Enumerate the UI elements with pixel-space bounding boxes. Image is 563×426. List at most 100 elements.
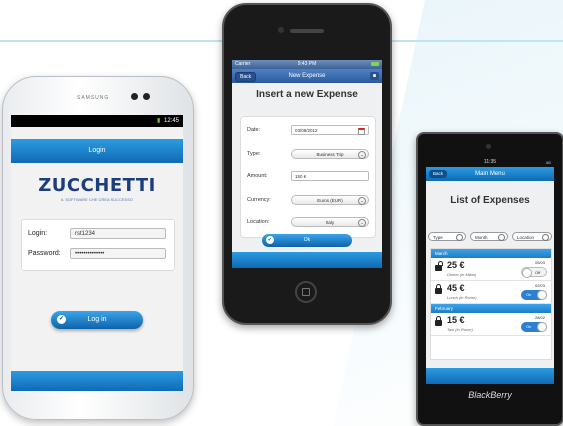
login-input[interactable]: rst1234 [70,228,166,239]
expense-amount: 45 € [447,283,465,293]
expense-toggle[interactable]: On [521,322,547,332]
login-form: Login: rst1234 Password: •••••••••••••• [21,219,175,271]
signal-icon: ▮ [157,118,161,124]
chevron-down-icon [456,234,463,241]
status-bar: Carrier 9:43 PM [232,60,382,69]
status-time: 9:43 PM [297,61,317,67]
amount-input[interactable]: 150 € [291,171,369,181]
nav-title: New Expense [288,73,326,79]
blackberry-logo: BlackBerry [468,390,512,400]
phone-screen: ▮ 12:45 Login ZUCCHETTI IL SOFTWARE CHE … [11,115,183,391]
type-value: Business Trip [316,152,344,157]
type-select[interactable]: Business Trip ⌄ [291,149,369,159]
location-label: Location: [247,219,270,225]
toggle-knob [537,322,547,332]
toggle-knob [537,290,547,300]
camera-button-icon[interactable]: ◙ [370,72,379,80]
lock-icon [435,284,442,294]
expense-amount: 15 € [447,315,465,325]
expense-amount: 25 € [447,260,465,270]
amount-label: Amount: [247,173,268,179]
camera-icon [278,27,284,33]
phone-screen: 11:35 4G Back Main Menu List of Expenses… [426,158,554,384]
toggle-knob [522,268,532,278]
list-item[interactable]: 25 € Dinner (in Milan) 05/03 Off [431,258,551,281]
camera-icon [486,144,491,149]
password-label: Password: [28,250,61,257]
status-time: 12:45 [163,118,179,124]
chevron-down-icon: ⌄ [358,219,366,227]
battery-icon [371,62,379,66]
toggle-label: Off [535,270,541,275]
date-input[interactable]: 03/08/2012 [291,125,369,135]
page-heading: List of Expenses [450,195,530,206]
password-input[interactable]: •••••••••••••• [70,248,166,259]
check-icon: ✔ [266,236,274,244]
filter-label: Month [475,235,488,240]
expense-form: Date: 03/08/2012 Type: Business Trip ⌄ A… [240,116,376,238]
page-title: Login [11,139,183,163]
phone-screen: Carrier 9:43 PM Back New Expense ◙ Inser… [232,60,382,268]
home-button[interactable] [295,281,317,303]
back-button[interactable]: Back [429,170,448,178]
location-value: Italy [325,220,335,225]
expense-date: 05/03 [534,260,545,265]
filter-bar: Type Month Location [428,232,552,242]
currency-select[interactable]: Euros (EUR) ⌄ [291,195,369,205]
calendar-icon[interactable] [358,128,365,135]
bottom-bar [11,371,183,391]
expense-date: 02/03 [534,283,545,288]
toggle-label: On [526,292,532,297]
status-bar: ▮ 12:45 [11,115,183,127]
ok-button-label: Ok [303,237,311,243]
camera-icon [143,93,150,100]
section-header: February [431,304,551,313]
login-label: Login: [28,230,48,237]
signal-label: 4G [545,160,551,165]
status-bar: 11:35 4G [426,158,554,167]
chevron-down-icon [542,234,549,241]
chevron-down-icon: ⌄ [358,151,366,159]
currency-value: Euros (EUR) [317,198,343,203]
unlock-icon [435,261,443,271]
filter-month[interactable]: Month [470,232,508,241]
section-header: March [431,249,551,258]
date-label: Date: [247,127,261,133]
page-heading: Insert a new Expense [256,89,358,100]
camera-icon [131,93,138,100]
zucchetti-logo: ZUCCHETTI IL SOFTWARE CHE CREA SUCCESSO [11,175,183,202]
type-label: Type: [247,151,261,157]
status-time: 11:35 [483,159,497,165]
back-button[interactable]: Back [235,72,257,82]
location-select[interactable]: Italy ⌄ [291,217,369,227]
list-item[interactable]: 45 € Lunch (in Rome) 02/03 On [431,281,551,304]
expense-description: Lunch (in Rome) [447,295,477,300]
expense-date: 28/02 [534,315,545,320]
nav-title: Main Menu [475,171,505,177]
blackberry-phone: 11:35 4G Back Main Menu List of Expenses… [416,132,563,426]
chevron-down-icon [498,234,505,241]
iphone: Carrier 9:43 PM Back New Expense ◙ Inser… [222,3,392,325]
currency-label: Currency: [247,197,271,203]
filter-type[interactable]: Type [428,232,466,241]
filter-label: Location [517,235,535,240]
date-value: 03/08/2012 [295,128,318,133]
ok-button[interactable]: ✔ Ok [262,234,352,247]
expense-toggle[interactable]: On [521,290,547,300]
logo-tagline: IL SOFTWARE CHE CREA SUCCESSO [61,197,133,202]
check-icon: ✔ [57,315,66,324]
login-button-label: Log in [87,316,107,323]
samsung-phone: SAMSUNG ▮ 12:45 Login ZUCCHETTI IL SOFTW… [2,76,194,420]
filter-location[interactable]: Location [512,232,552,241]
lock-icon [435,316,442,326]
expense-toggle[interactable]: Off [521,267,547,278]
expense-description: Taxi (in Rome) [447,327,473,332]
expense-description: Dinner (in Milan) [447,272,477,277]
logo-name: ZUCCHETTI [38,175,156,196]
login-button[interactable]: ✔ Log in [51,311,143,329]
list-item[interactable]: 15 € Taxi (in Rome) 28/02 On [431,313,551,336]
speaker-grille [290,29,324,33]
phone-brand: SAMSUNG [77,95,110,101]
bottom-bar [426,368,554,384]
bottom-bar [232,252,382,268]
